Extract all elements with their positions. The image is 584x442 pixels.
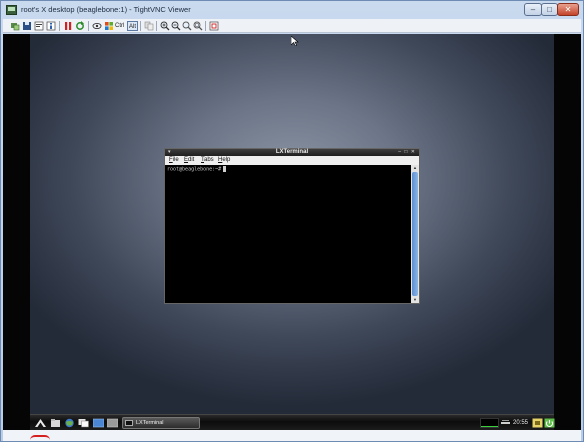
info-icon[interactable] [46, 21, 56, 31]
menu-edit[interactable]: Edit [184, 156, 194, 165]
ctrl-alt-del-icon[interactable] [92, 21, 102, 31]
cpu-monitor [480, 418, 499, 428]
annotation-mark [30, 435, 50, 440]
lxde-panel: LXTerminal 20:55 [30, 414, 555, 431]
alt-key-button[interactable]: Alt [127, 21, 139, 31]
tightvnc-icon [6, 5, 17, 15]
win-key-icon[interactable] [104, 21, 114, 31]
lxterminal-title: LXTerminal [275, 149, 309, 155]
toolbar-separator [59, 21, 60, 31]
zoom-in-icon[interactable] [160, 21, 170, 31]
lxterminal-window-controls[interactable]: – □ ✕ [398, 149, 416, 156]
toolbar-separator [140, 21, 141, 31]
screen-lock-icon[interactable] [532, 418, 543, 428]
desktop-pager-2-icon[interactable] [107, 418, 118, 428]
fullscreen-icon[interactable] [209, 21, 219, 31]
mouse-pointer-icon [291, 36, 299, 46]
terminal-scrollbar[interactable]: ▲ ▼ [411, 165, 419, 303]
lxterminal-titlebar[interactable]: ▾ LXTerminal – □ ✕ [165, 149, 419, 156]
web-browser-icon[interactable] [64, 418, 75, 428]
remote-desktop-view[interactable]: ▾ LXTerminal – □ ✕ File Edit Tabs Help r… [3, 34, 581, 430]
window-title: root's X desktop (beaglebone:1) - TightV… [21, 5, 191, 14]
refresh-icon[interactable] [75, 21, 85, 31]
zoom-fit-icon[interactable] [193, 21, 203, 31]
new-connection-icon[interactable] [10, 21, 20, 31]
copy-icon[interactable] [144, 21, 154, 31]
shell-prompt: root@beaglebone:~# [167, 166, 227, 174]
taskbar-item-lxterminal[interactable]: LXTerminal [122, 417, 200, 429]
scrollbar-thumb[interactable] [412, 172, 418, 296]
taskbar-item-label: LXTerminal [136, 420, 164, 426]
prompt-text: root@beaglebone:~# [167, 166, 222, 173]
toolbar: Ctrl Alt [3, 19, 581, 33]
status-strip [3, 430, 581, 441]
maximize-button[interactable]: □ [541, 3, 558, 16]
vnc-viewer-window: root's X desktop (beaglebone:1) - TightV… [0, 0, 584, 442]
desktop-pager-icon[interactable] [93, 418, 104, 428]
pause-icon[interactable] [63, 21, 73, 31]
title-bar: root's X desktop (beaglebone:1) - TightV… [1, 1, 583, 19]
logout-icon[interactable] [544, 418, 555, 428]
toolbar-separator [88, 21, 89, 31]
toolbar-separator [205, 21, 206, 31]
text-cursor [223, 166, 227, 172]
menu-file[interactable]: File [169, 156, 179, 165]
save-icon[interactable] [22, 21, 32, 31]
menu-tabs[interactable]: Tabs [201, 156, 214, 165]
terminal-icon [125, 420, 133, 426]
zoom-out-icon[interactable] [171, 21, 181, 31]
minimize-all-windows-icon[interactable] [78, 418, 89, 428]
scroll-down-arrow-icon[interactable]: ▼ [412, 297, 418, 303]
options-icon[interactable] [34, 21, 44, 31]
ctrl-key-button[interactable]: Ctrl [115, 21, 124, 31]
start-menu-icon[interactable] [35, 418, 46, 428]
toolbar-separator [156, 21, 157, 31]
file-manager-icon[interactable] [50, 418, 61, 428]
menu-help[interactable]: Help [218, 156, 230, 165]
lxterminal-window[interactable]: ▾ LXTerminal – □ ✕ File Edit Tabs Help r… [164, 148, 420, 304]
minimize-button[interactable]: – [524, 3, 542, 16]
zoom-100-icon[interactable] [182, 21, 192, 31]
scroll-up-arrow-icon[interactable]: ▲ [412, 165, 418, 171]
network-icon[interactable] [500, 418, 511, 428]
lxterminal-menubar: File Edit Tabs Help [165, 156, 419, 165]
close-button[interactable]: ✕ [557, 3, 579, 16]
panel-clock[interactable]: 20:55 [513, 415, 528, 431]
terminal-output[interactable]: root@beaglebone:~# [165, 165, 411, 303]
lxde-desktop[interactable]: ▾ LXTerminal – □ ✕ File Edit Tabs Help r… [30, 34, 554, 414]
